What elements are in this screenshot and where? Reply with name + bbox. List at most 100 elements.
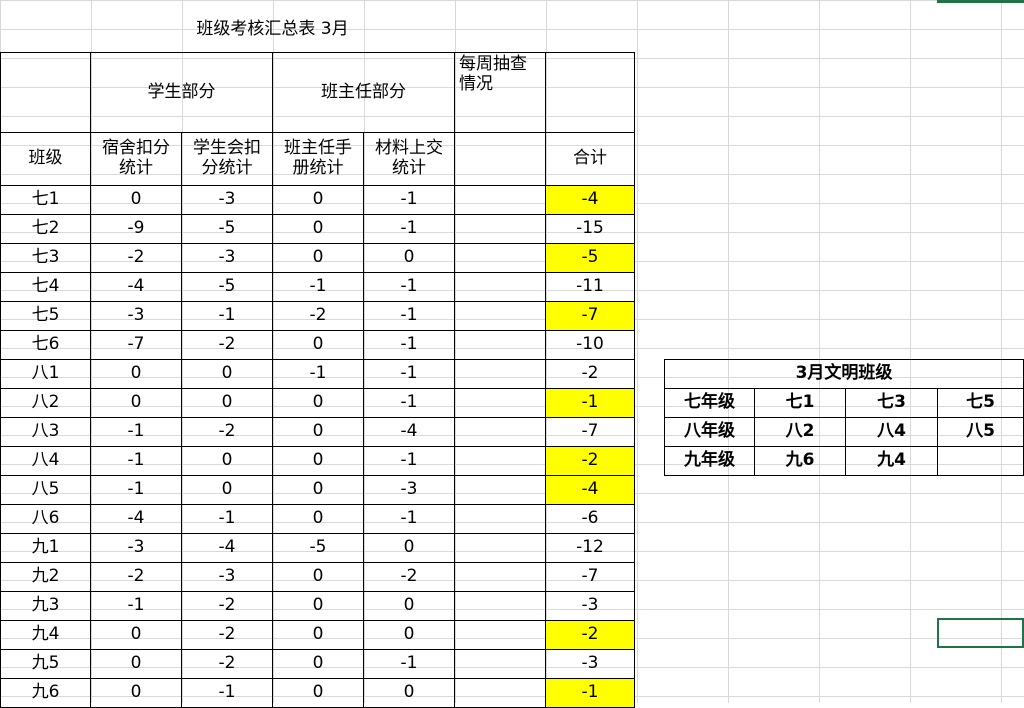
cell-union[interactable]: -1 bbox=[181, 504, 273, 534]
cell-manual[interactable]: -1 bbox=[272, 272, 364, 302]
cell-union[interactable]: -5 bbox=[181, 272, 273, 302]
group-weekly[interactable]: 每周抽查 情况 bbox=[454, 52, 546, 133]
cell-material[interactable]: -1 bbox=[363, 330, 455, 360]
cell-total[interactable]: -7 bbox=[545, 301, 635, 331]
cell-manual[interactable]: 0 bbox=[272, 620, 364, 650]
cell-material[interactable]: -1 bbox=[363, 446, 455, 476]
cell-total[interactable]: -5 bbox=[545, 243, 635, 273]
cell-weekly[interactable] bbox=[454, 678, 546, 708]
cell-union[interactable]: -3 bbox=[181, 185, 273, 215]
header-manual[interactable]: 班主任手 册统计 bbox=[272, 132, 364, 186]
cell-manual[interactable]: 0 bbox=[272, 475, 364, 505]
cell-class[interactable]: 七4 bbox=[0, 272, 91, 302]
cell-union[interactable]: -4 bbox=[181, 533, 273, 563]
cell-union[interactable]: -3 bbox=[181, 562, 273, 592]
cell-dorm[interactable]: -2 bbox=[90, 243, 182, 273]
cell-total[interactable]: -1 bbox=[545, 388, 635, 418]
selected-cell[interactable] bbox=[937, 618, 1024, 648]
cell-total[interactable]: -7 bbox=[545, 562, 635, 592]
cell-material[interactable]: -1 bbox=[363, 504, 455, 534]
group-student[interactable]: 学生部分 bbox=[90, 52, 273, 133]
cell-dorm[interactable]: -7 bbox=[90, 330, 182, 360]
cell-manual[interactable]: 0 bbox=[272, 504, 364, 534]
cell-material[interactable]: 0 bbox=[363, 620, 455, 650]
cell-dorm[interactable]: -1 bbox=[90, 446, 182, 476]
cell-dorm[interactable]: -1 bbox=[90, 417, 182, 447]
cell-total[interactable]: -15 bbox=[545, 214, 635, 244]
cell-dorm[interactable]: -4 bbox=[90, 272, 182, 302]
cell-manual[interactable]: 0 bbox=[272, 446, 364, 476]
cell-class[interactable]: 八5 bbox=[0, 475, 91, 505]
cell-total[interactable]: -11 bbox=[545, 272, 635, 302]
cell-material[interactable]: -4 bbox=[363, 417, 455, 447]
cell-union[interactable]: -2 bbox=[181, 620, 273, 650]
cell-manual[interactable]: -1 bbox=[272, 359, 364, 389]
cell-weekly[interactable] bbox=[454, 562, 546, 592]
cell-class[interactable]: 九5 bbox=[0, 649, 91, 679]
cell-material[interactable]: -1 bbox=[363, 272, 455, 302]
cell-material[interactable]: -1 bbox=[363, 388, 455, 418]
cell-manual[interactable]: 0 bbox=[272, 388, 364, 418]
cell-material[interactable]: 0 bbox=[363, 533, 455, 563]
cell-dorm[interactable]: 0 bbox=[90, 359, 182, 389]
cell-union[interactable]: -2 bbox=[181, 330, 273, 360]
cell-dorm[interactable]: 0 bbox=[90, 620, 182, 650]
cell-total[interactable]: -1 bbox=[545, 678, 635, 708]
cell-weekly[interactable] bbox=[454, 446, 546, 476]
civilized-c2[interactable]: 九4 bbox=[845, 446, 938, 476]
cell-dorm[interactable]: -1 bbox=[90, 591, 182, 621]
civilized-c2[interactable]: 七3 bbox=[845, 388, 938, 418]
cell-weekly[interactable] bbox=[454, 185, 546, 215]
cell-dorm[interactable]: -3 bbox=[90, 301, 182, 331]
cell-dorm[interactable]: 0 bbox=[90, 678, 182, 708]
cell-weekly[interactable] bbox=[454, 417, 546, 447]
cell-class[interactable]: 九4 bbox=[0, 620, 91, 650]
cell-total[interactable]: -7 bbox=[545, 417, 635, 447]
cell-union[interactable]: -1 bbox=[181, 301, 273, 331]
cell-union[interactable]: -2 bbox=[181, 417, 273, 447]
cell-class[interactable]: 八2 bbox=[0, 388, 91, 418]
civilized-c2[interactable]: 八4 bbox=[845, 417, 938, 447]
cell-total[interactable]: -4 bbox=[545, 475, 635, 505]
cell-dorm[interactable]: -2 bbox=[90, 562, 182, 592]
cell-material[interactable]: 0 bbox=[363, 591, 455, 621]
cell-manual[interactable]: -5 bbox=[272, 533, 364, 563]
cell-union[interactable]: 0 bbox=[181, 388, 273, 418]
cell-manual[interactable]: 0 bbox=[272, 330, 364, 360]
cell-material[interactable]: -2 bbox=[363, 562, 455, 592]
cell-weekly[interactable] bbox=[454, 243, 546, 273]
cell-dorm[interactable]: 0 bbox=[90, 649, 182, 679]
cell-class[interactable]: 七5 bbox=[0, 301, 91, 331]
cell-union[interactable]: 0 bbox=[181, 446, 273, 476]
cell-total[interactable]: -4 bbox=[545, 185, 635, 215]
cell-union[interactable]: -3 bbox=[181, 243, 273, 273]
cell-class[interactable]: 七1 bbox=[0, 185, 91, 215]
cell-material[interactable]: 0 bbox=[363, 243, 455, 273]
cell-material[interactable]: -1 bbox=[363, 649, 455, 679]
header-material[interactable]: 材料上交 统计 bbox=[363, 132, 455, 186]
cell-union[interactable]: -1 bbox=[181, 678, 273, 708]
civilized-c3[interactable] bbox=[937, 446, 1024, 476]
cell-weekly[interactable] bbox=[454, 475, 546, 505]
cell-union[interactable]: -2 bbox=[181, 591, 273, 621]
civilized-title[interactable]: 3月文明班级 bbox=[664, 359, 1024, 389]
cell-total[interactable]: -6 bbox=[545, 504, 635, 534]
cell-manual[interactable]: 0 bbox=[272, 649, 364, 679]
cell-total[interactable]: -2 bbox=[545, 446, 635, 476]
cell-material[interactable]: -3 bbox=[363, 475, 455, 505]
cell-class[interactable]: 九6 bbox=[0, 678, 91, 708]
cell-class[interactable]: 九2 bbox=[0, 562, 91, 592]
cell-weekly[interactable] bbox=[454, 272, 546, 302]
cell-class[interactable]: 七6 bbox=[0, 330, 91, 360]
header-weekly[interactable] bbox=[454, 132, 546, 186]
cell-union[interactable]: -5 bbox=[181, 214, 273, 244]
cell-class[interactable]: 八1 bbox=[0, 359, 91, 389]
cell-total[interactable]: -3 bbox=[545, 591, 635, 621]
cell-weekly[interactable] bbox=[454, 214, 546, 244]
cell-total[interactable]: -2 bbox=[545, 359, 635, 389]
cell-manual[interactable]: 0 bbox=[272, 214, 364, 244]
civilized-c3[interactable]: 七5 bbox=[937, 388, 1024, 418]
cell-dorm[interactable]: -1 bbox=[90, 475, 182, 505]
cell-manual[interactable]: 0 bbox=[272, 562, 364, 592]
cell-material[interactable]: -1 bbox=[363, 301, 455, 331]
